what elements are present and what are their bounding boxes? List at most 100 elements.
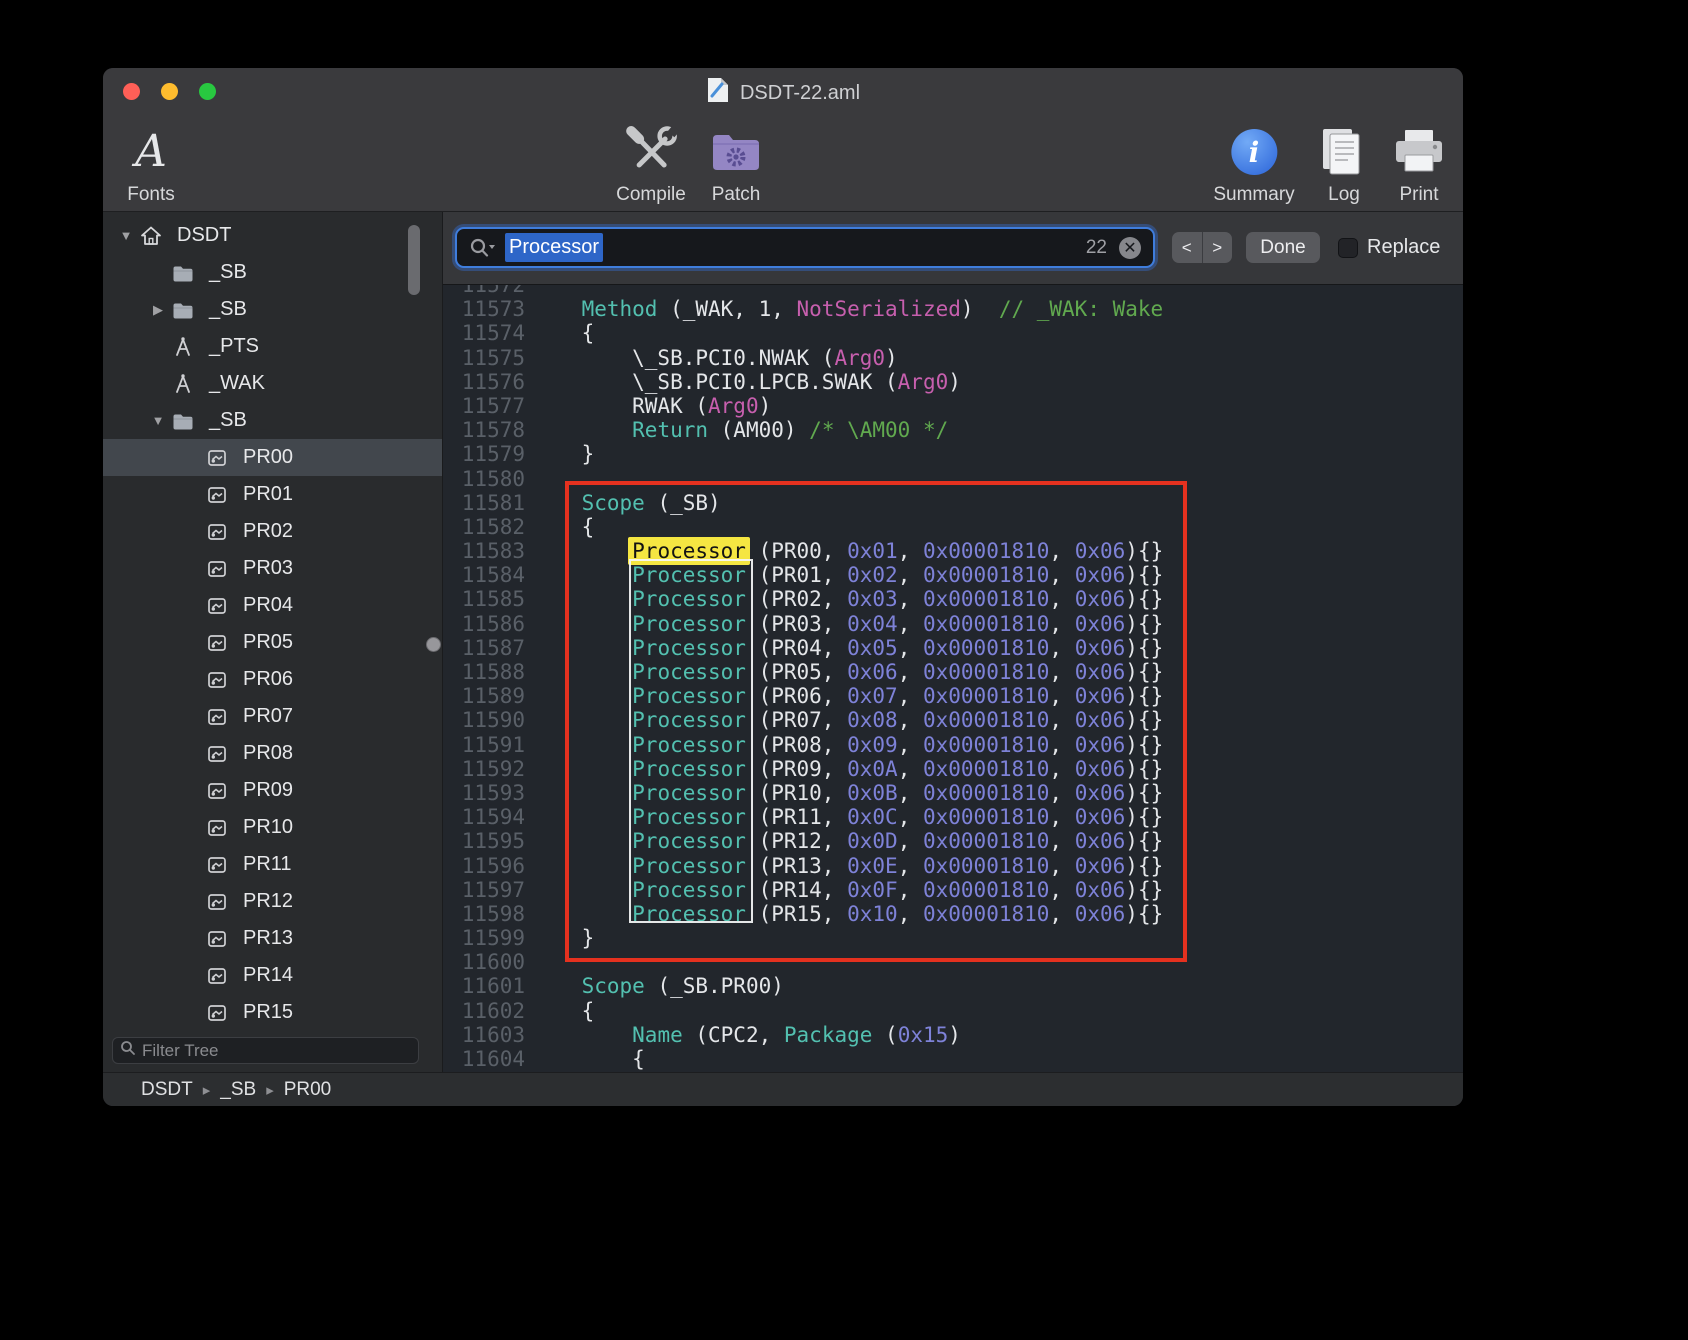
code-line: 11583 Processor (PR00, 0x01, 0x00001810,… (443, 539, 1463, 563)
code-text: Processor (PR14, 0x0F, 0x00001810, 0x06)… (525, 878, 1163, 902)
processor-icon (205, 594, 235, 618)
breadcrumb: DSDT▸_SB▸PR00 (103, 1072, 1463, 1106)
code-line: 11576 \_SB.PCI0.LPCB.SWAK (Arg0) (443, 370, 1463, 394)
search-icon (120, 1040, 136, 1061)
sidebar-item-sb-sb[interactable]: ▼_SB (103, 402, 442, 439)
summary-label: Summary (1213, 184, 1294, 206)
sidebar-item-pr05[interactable]: PR05 (103, 624, 442, 661)
code-line: 11578 Return (AM00) /* \AM00 */ (443, 418, 1463, 442)
line-number: 11584 (443, 563, 525, 587)
sidebar-item-pr04[interactable]: PR04 (103, 587, 442, 624)
sidebar-item-pr03[interactable]: PR03 (103, 550, 442, 587)
code-text: \_SB.PCI0.LPCB.SWAK (Arg0) (525, 370, 961, 394)
code-line: 11591 Processor (PR08, 0x09, 0x00001810,… (443, 733, 1463, 757)
line-number: 11594 (443, 805, 525, 829)
line-number: 11577 (443, 394, 525, 418)
breadcrumb-item-dsdt[interactable]: DSDT (141, 1079, 193, 1101)
tree-item-label: PR12 (243, 890, 293, 913)
tree-item-label: PR13 (243, 927, 293, 950)
processor-icon (205, 890, 235, 914)
code-line: 11590 Processor (PR07, 0x08, 0x00001810,… (443, 708, 1463, 732)
sidebar-item-pr14[interactable]: PR14 (103, 957, 442, 994)
search-match: Processor (632, 829, 746, 853)
line-number: 11593 (443, 781, 525, 805)
sidebar-item-pr02[interactable]: PR02 (103, 513, 442, 550)
sidebar-item-pr01[interactable]: PR01 (103, 476, 442, 513)
zoom-window-button[interactable] (199, 83, 216, 100)
match-count: 22 (1086, 237, 1107, 259)
search-menu-icon[interactable] (469, 237, 497, 259)
code-line: 11586 Processor (PR03, 0x04, 0x00001810,… (443, 612, 1463, 636)
search-match: Processor (632, 805, 746, 829)
code-text: Return (AM00) /* \AM00 */ (525, 418, 948, 442)
disclosure-triangle-icon[interactable]: ▶ (145, 302, 171, 318)
patch-label: Patch (712, 184, 761, 206)
sidebar-item-pr08[interactable]: PR08 (103, 735, 442, 772)
tree-item-label: PR05 (243, 631, 293, 654)
code-text: Processor (PR04, 0x05, 0x00001810, 0x06)… (525, 636, 1163, 660)
filter-tree-field[interactable] (112, 1037, 419, 1064)
disclosure-triangle-icon[interactable]: ▼ (113, 228, 139, 243)
sidebar-item-pr13[interactable]: PR13 (103, 920, 442, 957)
window-title: DSDT-22.aml (740, 82, 860, 105)
sidebar-item-pr06[interactable]: PR06 (103, 661, 442, 698)
patch-icon (710, 120, 762, 184)
pane-splitter-handle[interactable] (426, 637, 441, 652)
fonts-button[interactable]: A Fonts (127, 120, 175, 206)
code-text: Processor (PR15, 0x10, 0x00001810, 0x06)… (525, 902, 1163, 926)
tree-item-label: PR15 (243, 1001, 293, 1024)
sidebar-item-sb-sb[interactable]: ▶_SB (103, 291, 442, 328)
title-bar[interactable]: DSDT-22.aml (103, 68, 1463, 118)
sidebar-scrollbar-thumb[interactable] (408, 225, 420, 295)
tree-item-label: PR14 (243, 964, 293, 987)
sidebar-item-dsdt[interactable]: ▼DSDT (103, 217, 442, 254)
sidebar-item-pr07[interactable]: PR07 (103, 698, 442, 735)
close-window-button[interactable] (123, 83, 140, 100)
sidebar-item-pr10[interactable]: PR10 (103, 809, 442, 846)
log-button[interactable]: Log (1318, 120, 1370, 206)
code-line: 11594 Processor (PR11, 0x0C, 0x00001810,… (443, 805, 1463, 829)
clear-search-button[interactable]: ✕ (1119, 237, 1141, 259)
tree-item-label: PR01 (243, 483, 293, 506)
sidebar-item-pr09[interactable]: PR09 (103, 772, 442, 809)
sidebar-item-pr15[interactable]: PR15 (103, 994, 442, 1031)
search-input[interactable]: Processor 22 ✕ (455, 227, 1155, 268)
line-number: 11575 (443, 346, 525, 370)
printer-icon (1392, 120, 1446, 184)
breadcrumb-item-pr00[interactable]: PR00 (284, 1079, 332, 1101)
previous-match-button[interactable]: < (1172, 232, 1203, 263)
code-line: 11587 Processor (PR04, 0x05, 0x00001810,… (443, 636, 1463, 660)
line-number: 11574 (443, 321, 525, 345)
method-icon (171, 372, 201, 396)
sidebar-item-sb-sb[interactable]: _SB (103, 254, 442, 291)
minimize-window-button[interactable] (161, 83, 178, 100)
code-line: 11573 Method (_WAK, 1, NotSerialized) //… (443, 297, 1463, 321)
patch-button[interactable]: Patch (710, 120, 762, 206)
filter-tree-input[interactable] (142, 1041, 411, 1061)
search-query-text: Processor (505, 233, 603, 262)
tree-item-label: PR11 (243, 853, 292, 876)
line-number: 11591 (443, 733, 525, 757)
next-match-button[interactable]: > (1203, 232, 1233, 263)
print-button[interactable]: Print (1392, 120, 1446, 206)
code-editor[interactable]: 1157211573 Method (_WAK, 1, NotSerialize… (443, 285, 1463, 1072)
disclosure-triangle-icon[interactable]: ▼ (145, 413, 171, 428)
sidebar-item-pr11[interactable]: PR11 (103, 846, 442, 883)
search-match: Processor (632, 757, 746, 781)
fonts-icon: A (135, 130, 167, 174)
breadcrumb-item-sb[interactable]: _SB (220, 1079, 256, 1101)
replace-checkbox[interactable] (1338, 238, 1358, 258)
compile-button[interactable]: Compile (616, 120, 686, 206)
processor-icon (205, 668, 235, 692)
sidebar-item-sb-wak[interactable]: _WAK (103, 365, 442, 402)
code-text: RWAK (Arg0) (525, 394, 771, 418)
app-window: DSDT-22.aml A Fonts Compile (103, 68, 1463, 1106)
sidebar-item-sb-pts[interactable]: _PTS (103, 328, 442, 365)
summary-button[interactable]: i Summary (1213, 120, 1294, 206)
sidebar-item-pr12[interactable]: PR12 (103, 883, 442, 920)
tree-item-label: PR02 (243, 520, 293, 543)
done-button[interactable]: Done (1246, 232, 1320, 263)
sidebar-item-pr00[interactable]: PR00 (103, 439, 442, 476)
code-line: 11579 } (443, 442, 1463, 466)
processor-icon (205, 779, 235, 803)
